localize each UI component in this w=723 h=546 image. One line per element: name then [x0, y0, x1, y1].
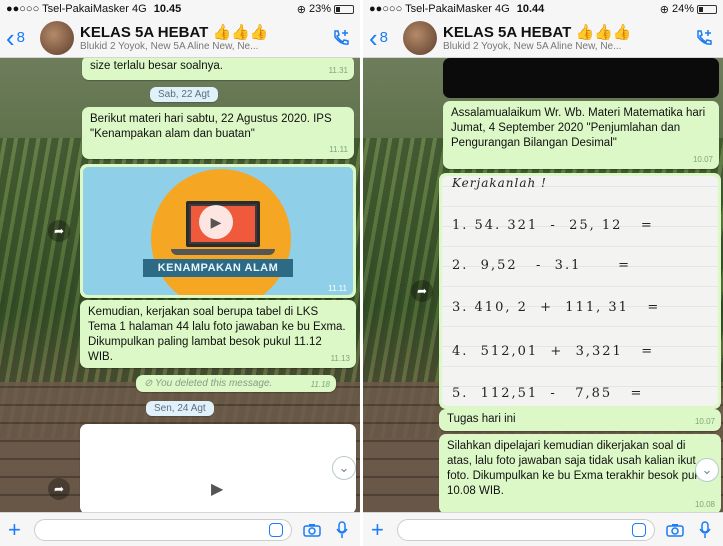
carrier-label: ●●○○○ Tsel-PakaiMasker 4G 10.44 [369, 3, 545, 15]
message-bubble[interactable]: Assalamualaikum Wr. Wb. Materi Matematik… [443, 101, 719, 169]
message-text: Berikut materi hari sabtu, 22 Agustus 20… [90, 113, 332, 140]
message-input[interactable] [397, 518, 655, 541]
chat-header: ‹ 8 KELAS 5A HEBAT 👍👍👍 Blukid 2 Yoyok, N… [0, 18, 360, 58]
plus-icon[interactable]: + [371, 518, 387, 540]
message-input[interactable] [34, 518, 292, 541]
deleted-message[interactable]: ⊘ You deleted this message. 11.18 [136, 375, 336, 392]
battery-percent: 23% [308, 3, 331, 15]
battery-icon [334, 4, 354, 14]
add-call-icon[interactable] [691, 25, 717, 51]
message-bubble[interactable]: size terlalu besar soalnya. 11.31 [82, 58, 354, 80]
group-members: Blukid 2 Yoyok, New 5A Aline New, Ne... [80, 41, 259, 52]
alarm-icon: ⊕ [659, 3, 669, 16]
worksheet-title: Kerjakanlah ! [452, 176, 547, 190]
sticker-icon[interactable] [269, 522, 283, 537]
worksheet-line: 1. 54. 321 - 25, 12 = [452, 218, 654, 233]
group-name: KELAS 5A HEBAT 👍👍👍 [80, 24, 269, 41]
unread-count: 8 [16, 29, 26, 46]
image-message[interactable]: Kerjakanlah ! 1. 54. 321 - 25, 12 = 2. 9… [439, 173, 721, 409]
message-time: 10.08 [694, 500, 715, 509]
left-phone-screen: ●●○○○ Tsel-PakaiMasker 4G 10.45 ⊕ 23% ‹ … [0, 0, 360, 546]
play-icon[interactable]: ▶ [199, 205, 233, 239]
battery-icon [697, 4, 717, 14]
unread-count: 8 [379, 29, 389, 46]
scroll-down-icon[interactable]: ⌄ [695, 458, 719, 482]
status-bar: ●●○○○ Tsel-PakaiMasker 4G 10.44 ⊕ 24% [363, 0, 723, 18]
back-button[interactable]: ‹ 8 [369, 22, 403, 53]
forward-icon[interactable]: ➦ [48, 478, 70, 500]
forward-icon[interactable]: ➦ [48, 220, 70, 242]
deleted-icon: ⊘ [144, 378, 153, 389]
group-members: Blukid 2 Yoyok, New 5A Aline New, Ne... [443, 41, 622, 52]
video-message[interactable]: KENAMPAKAN ALAM ▶ 11.11 [80, 164, 356, 298]
group-avatar[interactable] [40, 20, 74, 55]
message-text: Tugas hari ini [447, 413, 516, 425]
clock: 10.45 [153, 3, 182, 15]
clock: 10.44 [516, 3, 545, 15]
message-time: 10.07 [694, 417, 715, 426]
screenshot-pair: ●●○○○ Tsel-PakaiMasker 4G 10.45 ⊕ 23% ‹ … [0, 0, 723, 546]
carrier-label: ●●○○○ Tsel-PakaiMasker 4G 10.45 [6, 3, 182, 15]
message-bubble[interactable]: Berikut materi hari sabtu, 22 Agustus 20… [82, 107, 354, 159]
message-text: Kemudian, kerjakan soal berupa tabel di … [88, 306, 346, 363]
deleted-text: You deleted this message. [155, 378, 273, 389]
image-message[interactable] [443, 58, 719, 98]
back-button[interactable]: ‹ 8 [6, 22, 40, 53]
worksheet-line: 3. 410, 2 + 111, 31 = [452, 300, 661, 315]
message-text: Assalamualaikum Wr. Wb. Materi Matematik… [451, 107, 706, 149]
message-time: 11.31 [328, 66, 348, 75]
battery-percent: 24% [671, 3, 694, 15]
play-icon[interactable]: ▶ [211, 479, 223, 499]
message-time: 11.11 [329, 145, 348, 154]
date-separator: Sen, 24 Agt [146, 401, 214, 416]
message-bubble[interactable]: Tugas hari ini 10.07 [439, 409, 721, 431]
group-name: KELAS 5A HEBAT 👍👍👍 [443, 24, 632, 41]
camera-icon[interactable] [665, 520, 685, 540]
message-time: 11.18 [310, 380, 330, 389]
chevron-left-icon: ‹ [369, 22, 378, 53]
add-call-icon[interactable] [328, 25, 354, 51]
forward-icon[interactable]: ➦ [411, 280, 433, 302]
chat-header: ‹ 8 KELAS 5A HEBAT 👍👍👍 Blukid 2 Yoyok, N… [363, 18, 723, 58]
group-info[interactable]: KELAS 5A HEBAT 👍👍👍 Blukid 2 Yoyok, New 5… [80, 23, 328, 52]
message-bubble[interactable]: Silahkan dipelajari kemudian dikerjakan … [439, 434, 721, 512]
message-time: 11.11 [328, 284, 347, 293]
scroll-down-icon[interactable]: ⌄ [332, 456, 356, 480]
message-time: 10.07 [692, 155, 713, 164]
sticker-icon[interactable] [632, 522, 646, 537]
video-banner: KENAMPAKAN ALAM [143, 259, 293, 277]
right-phone-screen: ●●○○○ Tsel-PakaiMasker 4G 10.44 ⊕ 24% ‹ … [363, 0, 723, 546]
worksheet-line: 4. 512,01 + 3,321 = [452, 344, 655, 359]
worksheet-line: 5. 112,51 - 7,85 = [452, 386, 644, 401]
message-text: size terlalu besar soalnya. [90, 60, 223, 72]
message-time: 11.13 [330, 354, 350, 363]
date-separator: Sab, 22 Agt [150, 87, 218, 102]
video-message[interactable]: ▶ [80, 424, 356, 512]
status-bar: ●●○○○ Tsel-PakaiMasker 4G 10.45 ⊕ 23% [0, 0, 360, 18]
group-info[interactable]: KELAS 5A HEBAT 👍👍👍 Blukid 2 Yoyok, New 5… [443, 23, 691, 52]
worksheet-photo: Kerjakanlah ! 1. 54. 321 - 25, 12 = 2. 9… [442, 176, 718, 406]
alarm-icon: ⊕ [296, 3, 306, 16]
message-bubble[interactable]: Kemudian, kerjakan soal berupa tabel di … [80, 300, 356, 368]
camera-icon[interactable] [302, 520, 322, 540]
microphone-icon[interactable] [695, 520, 715, 540]
worksheet-line: 2. 9,52 - 3.1 = [452, 258, 632, 273]
group-avatar[interactable] [403, 20, 437, 55]
input-bar: + [363, 512, 723, 546]
plus-icon[interactable]: + [8, 518, 24, 540]
chevron-left-icon: ‹ [6, 22, 15, 53]
chat-area[interactable]: size terlalu besar soalnya. 11.31 Sab, 2… [0, 58, 360, 512]
message-text: Silahkan dipelajari kemudian dikerjakan … [447, 440, 710, 497]
microphone-icon[interactable] [332, 520, 352, 540]
input-bar: + [0, 512, 360, 546]
chat-area[interactable]: Assalamualaikum Wr. Wb. Materi Matematik… [363, 58, 723, 512]
